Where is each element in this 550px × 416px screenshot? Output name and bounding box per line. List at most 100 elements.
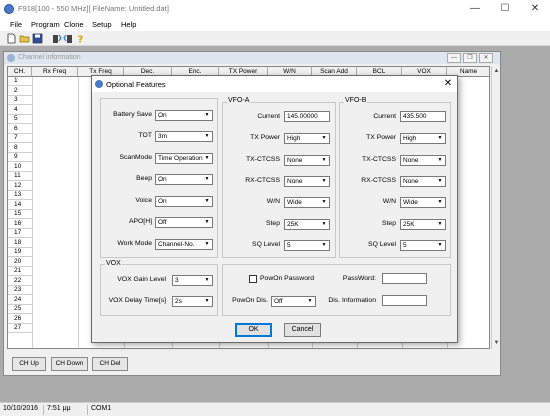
save-disk-icon[interactable]	[32, 33, 43, 44]
row-number[interactable]: 11	[8, 172, 32, 181]
row-number[interactable]: 14	[8, 200, 32, 210]
vfo-b-rx-ctcss-select[interactable]: None ▼	[400, 176, 446, 187]
row-number[interactable]: 22	[8, 276, 32, 286]
row-number[interactable]: 2	[8, 86, 32, 96]
new-file-icon[interactable]	[6, 33, 17, 44]
channel-window-minimize-button[interactable]: —	[447, 53, 461, 63]
row-number[interactable]: 24	[8, 295, 32, 305]
vfo-a-sq-level-select[interactable]: 5 ▼	[284, 240, 330, 251]
menu-program[interactable]: Program	[31, 20, 60, 29]
vfo-a-step-value: 25K	[287, 221, 299, 228]
chevron-down-icon: ▼	[437, 242, 443, 248]
row-number[interactable]: 9	[8, 153, 32, 162]
vfo-b-tx-power-select[interactable]: High ▼	[400, 133, 446, 144]
vfo-a-tx-ctcss-select[interactable]: None ▼	[284, 155, 330, 166]
powon-password-label: PowOn Password	[260, 275, 315, 282]
cancel-button[interactable]: Cancel	[284, 323, 321, 337]
open-folder-icon[interactable]	[19, 33, 30, 44]
channel-grid-scrollbar[interactable]: ▲ ▼	[491, 66, 500, 349]
chevron-down-icon: ▼	[321, 135, 327, 141]
voice-select[interactable]: On ▼	[155, 196, 213, 207]
vfo-b-tx-power-value: High	[403, 135, 417, 142]
row-number[interactable]: 3	[8, 96, 32, 105]
vfo-b-wn-label: W/N	[382, 198, 396, 205]
row-number[interactable]: 19	[8, 248, 32, 257]
vfo-b-current-input[interactable]: 435.500	[400, 111, 446, 122]
ch-del-button[interactable]: CH Del	[92, 357, 128, 371]
scroll-down-arrow-icon[interactable]: ▼	[493, 339, 500, 347]
vfo-b-wn-select[interactable]: Wide ▼	[400, 197, 446, 208]
vfo-a-wn-select[interactable]: Wide ▼	[284, 197, 330, 208]
vfo-b-step-select[interactable]: 25K ▼	[400, 219, 446, 230]
vfo-a-tx-power-select[interactable]: High ▼	[284, 133, 330, 144]
row-number[interactable]: 12	[8, 181, 32, 191]
row-number[interactable]: 20	[8, 257, 32, 267]
chevron-down-icon: ▼	[437, 157, 443, 163]
password-input[interactable]	[382, 273, 427, 284]
row-number[interactable]: 23	[8, 286, 32, 295]
row-number[interactable]: 6	[8, 124, 32, 134]
vfo-a-rx-ctcss-label: RX-CTCSS	[245, 177, 280, 184]
help-icon[interactable]: ?	[75, 33, 86, 45]
voice-value: On	[158, 198, 167, 205]
row-number[interactable]: 15	[8, 210, 32, 219]
vfo-b-rx-ctcss-label: RX-CTCSS	[361, 177, 396, 184]
close-window-button[interactable]: ✕	[520, 0, 550, 18]
scanmode-select[interactable]: Time Operation ▼	[155, 153, 213, 164]
menu-setup[interactable]: Setup	[92, 20, 112, 29]
menu-clone[interactable]: Clone	[64, 20, 84, 29]
row-number[interactable]: 8	[8, 143, 32, 153]
row-number[interactable]: 1	[8, 77, 32, 86]
scroll-up-arrow-icon[interactable]: ▲	[493, 67, 500, 75]
column-header-ch[interactable]: CH.	[8, 67, 32, 77]
row-number[interactable]: 10	[8, 162, 32, 172]
minimize-button[interactable]: —	[460, 0, 490, 18]
menu-file[interactable]: File	[10, 20, 22, 29]
apo-select[interactable]: Off ▼	[155, 217, 213, 228]
ok-button[interactable]: OK	[235, 323, 272, 337]
battery-save-select[interactable]: On ▼	[155, 110, 213, 121]
row-number[interactable]: 26	[8, 314, 32, 324]
row-number[interactable]: 5	[8, 115, 32, 124]
vfo-a-current-input[interactable]: 145.00000	[284, 111, 330, 122]
row-number[interactable]: 13	[8, 191, 32, 200]
beep-select[interactable]: On ▼	[155, 174, 213, 185]
channel-window-close-button[interactable]: ✕	[479, 53, 493, 63]
powon-display-select[interactable]: Off ▼	[271, 296, 316, 307]
vfo-a-rx-ctcss-select[interactable]: None ▼	[284, 176, 330, 187]
row-number[interactable]: 16	[8, 219, 32, 229]
chevron-down-icon: ▼	[204, 277, 210, 283]
vox-delay-time-select[interactable]: 2s ▼	[172, 296, 213, 307]
tot-label: TOT	[138, 132, 152, 139]
work-mode-select[interactable]: Channel-No. ▼	[155, 239, 213, 250]
vfo-b-tx-ctcss-select[interactable]: None ▼	[400, 155, 446, 166]
dialog-close-button[interactable]: ✕	[440, 77, 456, 91]
column-header-rx-freq[interactable]: Rx Freq	[32, 67, 78, 77]
beep-value: On	[158, 176, 167, 183]
tot-select[interactable]: 3m ▼	[155, 131, 213, 142]
vfo-a-rx-ctcss-value: None	[287, 178, 303, 185]
powon-password-checkbox[interactable]	[249, 275, 257, 283]
vfo-b-sq-level-select[interactable]: 5 ▼	[400, 240, 446, 251]
vox-gain-level-select[interactable]: 3 ▼	[172, 275, 213, 286]
row-number[interactable]: 27	[8, 324, 32, 333]
chevron-down-icon: ▼	[204, 198, 210, 204]
row-number[interactable]: 4	[8, 105, 32, 115]
row-number[interactable]: 18	[8, 238, 32, 248]
row-number[interactable]: 17	[8, 229, 32, 238]
vfo-b-tx-ctcss-label: TX-CTCSS	[362, 156, 396, 163]
write-radio-icon[interactable]	[63, 33, 74, 44]
row-number[interactable]: 21	[8, 267, 32, 276]
menu-help[interactable]: Help	[121, 20, 136, 29]
row-number[interactable]: 25	[8, 305, 32, 314]
ch-down-button[interactable]: CH Down	[51, 357, 88, 371]
row-number[interactable]: 7	[8, 134, 32, 143]
maximize-button[interactable]: ☐	[490, 0, 520, 18]
vfo-a-current-label: Current	[257, 113, 280, 120]
vfo-a-step-select[interactable]: 25K ▼	[284, 219, 330, 230]
display-information-input[interactable]	[382, 295, 427, 306]
channel-window-restore-button[interactable]: ❐	[463, 53, 477, 63]
vfo-a-step-label: Step	[266, 220, 280, 227]
read-radio-icon[interactable]	[51, 33, 62, 44]
ch-up-button[interactable]: CH Up	[12, 357, 46, 371]
